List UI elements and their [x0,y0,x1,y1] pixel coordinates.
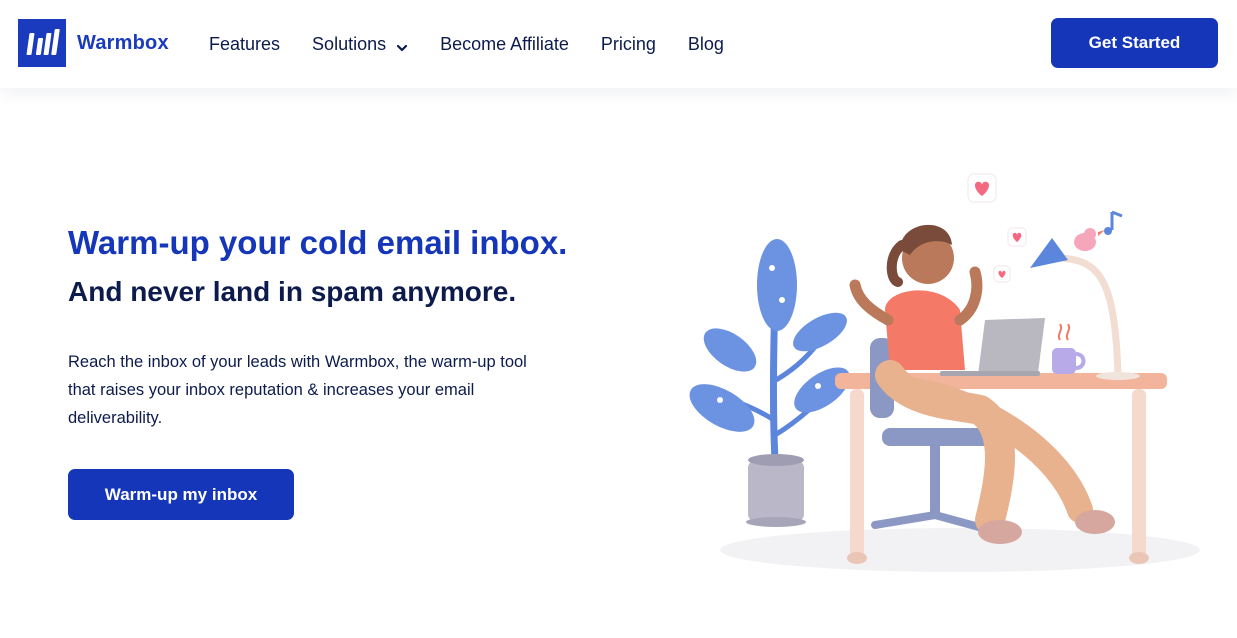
heart-bubble-icon [967,173,1027,283]
nav-label: Pricing [600,33,656,54]
hero-subtitle: And never land in spam anymore. [68,276,517,307]
nav-label: Blog [687,33,724,54]
hero-illustration [689,173,1200,572]
hero-description: Reach the inbox of your leads with Warmb… [68,353,527,427]
nav-features[interactable]: Features [209,34,280,55]
brand-name: Warmbox [77,31,169,54]
plant-icon [689,239,850,527]
logo-link[interactable]: Warmbox [18,19,169,67]
music-note-icon [1104,210,1123,235]
nav-label: Solutions [312,33,387,54]
nav-label: Become Affiliate [440,33,569,54]
get-started-button[interactable]: Get Started [1051,18,1218,68]
nav-blog[interactable]: Blog [688,34,724,55]
hero-title: Warm-up your cold email inbox. [68,224,568,261]
warm-up-inbox-button[interactable]: Warm-up my inbox [68,469,294,520]
mug-icon [1052,323,1086,374]
navbar: Warmbox Features Solutions Become Affili… [0,0,1237,88]
warmbox-logo-icon [18,19,66,67]
nav-solutions[interactable]: Solutions [312,34,408,55]
nav-become-affiliate[interactable]: Become Affiliate [440,34,569,55]
main-nav: Features Solutions Become Affiliate Pric… [209,0,756,88]
chevron-down-icon [396,38,408,52]
nav-label: Features [209,33,281,54]
nav-pricing[interactable]: Pricing [601,34,656,55]
bird-icon [1074,228,1105,251]
